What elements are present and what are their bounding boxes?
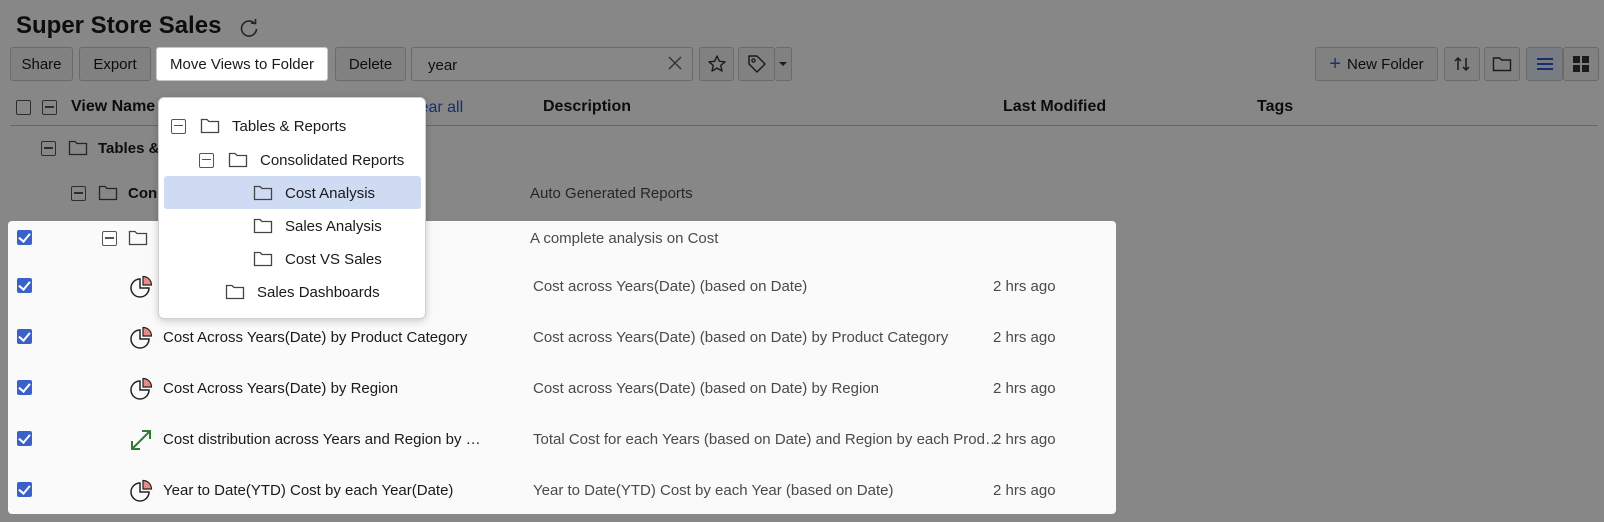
view-modified: 2 hrs ago <box>993 329 1056 346</box>
folder-label: Sales Dashboards <box>257 283 380 301</box>
view-description: Cost across Years(Date) (based on Date) … <box>533 380 880 397</box>
view-modified: 2 hrs ago <box>993 482 1056 499</box>
row-checkbox[interactable] <box>17 329 32 344</box>
folder-icon <box>253 185 273 201</box>
row-checkbox[interactable] <box>17 482 32 497</box>
folder-label: Sales Analysis <box>285 217 382 235</box>
collapse-icon[interactable] <box>199 152 214 168</box>
folder-option-cost-vs-sales[interactable]: Cost VS Sales <box>253 243 382 275</box>
collapse-icon[interactable] <box>171 118 186 134</box>
view-name[interactable]: Cost distribution across Years and Regio… <box>163 431 481 448</box>
collapse-cost-analysis[interactable] <box>102 231 117 246</box>
view-name[interactable]: Cost Across Years(Date) by Product Categ… <box>163 329 467 346</box>
row-checkbox[interactable] <box>17 230 32 245</box>
folder-option-sales-analysis[interactable]: Sales Analysis <box>253 210 382 242</box>
folder-icon <box>253 218 273 234</box>
folder-label: Cost VS Sales <box>285 250 382 268</box>
view-name[interactable]: Cost Across Years(Date) by Region <box>163 380 398 397</box>
expand-arrow-icon <box>131 430 151 450</box>
folder-label: Consolidated Reports <box>260 151 405 169</box>
folder-icon <box>225 284 245 300</box>
view-modified: 2 hrs ago <box>993 278 1056 295</box>
view-modified: 2 hrs ago <box>993 380 1056 397</box>
folder-option-cost-analysis[interactable]: Cost Analysis <box>253 177 375 209</box>
folder-label: Tables & Reports <box>232 117 347 135</box>
view-description: Year to Date(YTD) Cost by each Year (bas… <box>533 482 894 499</box>
cost-analysis-description: A complete analysis on Cost <box>530 230 719 247</box>
folder-label: Cost Analysis <box>285 184 376 202</box>
row-checkbox[interactable] <box>17 380 32 395</box>
pie-chart-icon <box>130 479 153 502</box>
view-description: Total Cost for each Years (based on Date… <box>533 431 1000 448</box>
folder-option-consolidated-reports[interactable]: Consolidated Reports <box>199 144 404 176</box>
folder-option-sales-dashboards[interactable]: Sales Dashboards <box>225 276 380 308</box>
view-name[interactable]: Year to Date(YTD) Cost by each Year(Date… <box>163 482 453 499</box>
pie-chart-icon <box>130 326 153 349</box>
folder-icon <box>128 230 148 246</box>
view-description: Cost across Years(Date) (based on Date) … <box>533 329 949 346</box>
row-checkbox[interactable] <box>17 431 32 446</box>
folder-icon <box>228 152 248 168</box>
folder-picker-dropdown: Tables & Reports Consolidated Reports Co… <box>158 97 426 319</box>
folder-option-tables-reports[interactable]: Tables & Reports <box>171 110 346 142</box>
move-views-to-folder-button[interactable]: Move Views to Folder <box>156 47 328 81</box>
view-description: Cost across Years(Date) (based on Date) <box>533 278 808 295</box>
pie-chart-icon <box>130 377 153 400</box>
folder-icon <box>200 118 220 134</box>
view-modified: 2 hrs ago <box>993 431 1056 448</box>
row-checkbox[interactable] <box>17 278 32 293</box>
pie-chart-icon <box>130 275 153 298</box>
folder-icon <box>253 251 273 267</box>
